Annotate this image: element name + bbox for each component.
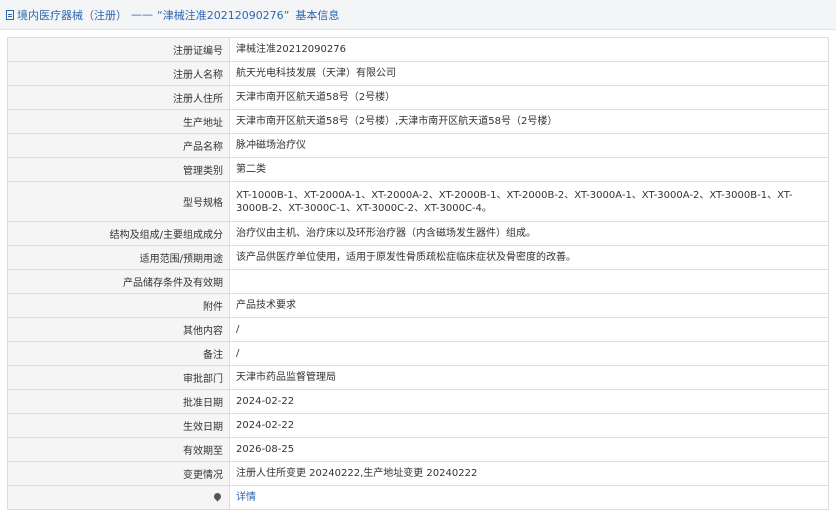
field-label: 适用范围/预期用途: [7, 245, 230, 270]
field-label: 生产地址: [7, 109, 230, 134]
breadcrumb-category-link[interactable]: 境内医疗器械（注册）: [6, 7, 127, 23]
table-row: 产品储存条件及有效期: [7, 269, 829, 294]
field-value: 第二类: [229, 157, 829, 182]
field-value: 2024-02-22: [229, 413, 829, 438]
field-label: 产品储存条件及有效期: [7, 269, 230, 294]
table-row: 附件 产品技术要求: [7, 293, 829, 318]
table-row: 其他内容 /: [7, 317, 829, 342]
field-label: 产品名称: [7, 133, 230, 158]
field-label: 注册人住所: [7, 85, 230, 110]
field-label: 批准日期: [7, 389, 230, 414]
table-row: 结构及组成/主要组成成分 治疗仪由主机、治疗床以及环形治疗器（内含磁场发生器件）…: [7, 221, 829, 246]
field-label: 生效日期: [7, 413, 230, 438]
table-row: 生产地址 天津市南开区航天道58号（2号楼）,天津市南开区航天道58号（2号楼）: [7, 109, 829, 134]
field-label: 有效期至: [7, 437, 230, 462]
field-value: 脉冲磁场治疗仪: [229, 133, 829, 158]
table-row: 变更情况 注册人住所变更 20240222,生产地址变更 20240222: [7, 461, 829, 486]
table-row: 审批部门 天津市药品监督管理局: [7, 365, 829, 390]
field-value: 治疗仪由主机、治疗床以及环形治疗器（内含磁场发生器件）组成。: [229, 221, 829, 246]
field-value: 2026-08-25: [229, 437, 829, 462]
field-value: XT-1000B-1、XT-2000A-1、XT-2000A-2、XT-2000…: [229, 181, 829, 222]
breadcrumb-separator: ——: [131, 8, 153, 21]
detail-row-label: [7, 485, 230, 510]
field-label: 审批部门: [7, 365, 230, 390]
table-row: 有效期至 2026-08-25: [7, 437, 829, 462]
field-value: 天津市南开区航天道58号（2号楼）: [229, 85, 829, 110]
field-value: 天津市南开区航天道58号（2号楼）,天津市南开区航天道58号（2号楼）: [229, 109, 829, 134]
table-row: 适用范围/预期用途 该产品供医疗单位使用，适用于原发性骨质疏松症临床症状及骨密度…: [7, 245, 829, 270]
table-row: 注册证编号 津械注准20212090276: [7, 37, 829, 62]
table-row: 注册人住所 天津市南开区航天道58号（2号楼）: [7, 85, 829, 110]
document-icon: [6, 9, 14, 20]
location-pin-icon: [212, 491, 223, 502]
details-link[interactable]: 详情: [236, 492, 256, 503]
field-value: 产品技术要求: [229, 293, 829, 318]
field-value: [229, 269, 829, 294]
field-value: 天津市药品监督管理局: [229, 365, 829, 390]
field-value: 该产品供医疗单位使用，适用于原发性骨质疏松症临床症状及骨密度的改善。: [229, 245, 829, 270]
field-value: 2024-02-22: [229, 389, 829, 414]
field-label: 型号规格: [7, 181, 230, 222]
field-label: 结构及组成/主要组成成分: [7, 221, 230, 246]
table-row: 生效日期 2024-02-22: [7, 413, 829, 438]
field-label: 注册人名称: [7, 61, 230, 86]
detail-row: 详情: [7, 485, 829, 510]
field-value: 注册人住所变更 20240222,生产地址变更 20240222: [229, 461, 829, 486]
detail-row-value: 详情: [229, 485, 829, 510]
field-label: 其他内容: [7, 317, 230, 342]
breadcrumb-category-label: 境内医疗器械（注册）: [17, 8, 127, 22]
table-row: 管理类别 第二类: [7, 157, 829, 182]
field-value: /: [229, 317, 829, 342]
page-title: “津械注准20212090276”: [157, 8, 290, 22]
field-value: /: [229, 341, 829, 366]
page-title-suffix: 基本信息: [295, 8, 340, 22]
table-row: 产品名称 脉冲磁场治疗仪: [7, 133, 829, 158]
basic-info-table: 注册证编号 津械注准20212090276 注册人名称 航天光电科技发展（天津）…: [7, 37, 829, 510]
field-value: 航天光电科技发展（天津）有限公司: [229, 61, 829, 86]
field-label: 管理类别: [7, 157, 230, 182]
table-row: 备注 /: [7, 341, 829, 366]
table-row: 型号规格 XT-1000B-1、XT-2000A-1、XT-2000A-2、XT…: [7, 181, 829, 222]
field-label: 注册证编号: [7, 37, 230, 62]
field-label: 变更情况: [7, 461, 230, 486]
field-label: 附件: [7, 293, 230, 318]
field-label: 备注: [7, 341, 230, 366]
field-value: 津械注准20212090276: [229, 37, 829, 62]
table-row: 批准日期 2024-02-22: [7, 389, 829, 414]
table-row: 注册人名称 航天光电科技发展（天津）有限公司: [7, 61, 829, 86]
page-header: 境内医疗器械（注册） —— “津械注准20212090276” 基本信息: [0, 0, 836, 30]
